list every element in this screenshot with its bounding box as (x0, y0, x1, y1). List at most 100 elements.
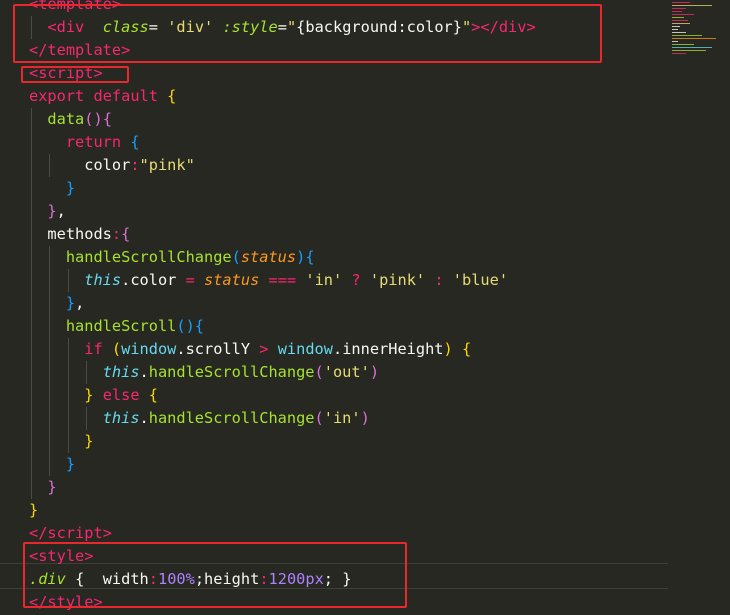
code-token: > (259, 340, 269, 358)
minimap-line (672, 38, 716, 39)
code-token: if (84, 340, 103, 358)
code-token: 'out' (323, 363, 370, 381)
code-token: () (84, 110, 103, 128)
code-token: return (65, 133, 122, 151)
code-token: "pink" (139, 156, 195, 174)
minimap-line (672, 5, 712, 6)
code-line[interactable]: } (29, 430, 93, 453)
code-token: ? (351, 271, 361, 289)
code-token: ( (231, 248, 241, 266)
code-token: === (268, 271, 297, 289)
code-token: , (75, 294, 85, 312)
code-token: } (84, 432, 94, 450)
minimap-line (672, 50, 706, 51)
code-token: : (434, 271, 444, 289)
minimap-line (672, 23, 690, 24)
code-token: { (130, 133, 140, 151)
code-token: ( (314, 363, 324, 381)
code-token: 'blue' (452, 271, 509, 289)
code-token: = (185, 271, 195, 289)
code-token: handleScrollChange (65, 248, 232, 266)
code-line[interactable]: color:"pink" (29, 154, 195, 177)
code-token: .innerHeight (332, 340, 444, 358)
script-tag-annotation-box (21, 66, 129, 83)
minimap-line (672, 8, 686, 9)
code-line[interactable]: return { (29, 131, 140, 154)
code-line[interactable]: } (29, 453, 75, 476)
code-line[interactable]: if (window.scrollY > window.innerHeight)… (29, 338, 471, 361)
minimap-line (672, 47, 712, 48)
code-token: { (102, 110, 112, 128)
code-line[interactable]: }, (29, 292, 84, 315)
code-line[interactable]: handleScroll(){ (29, 315, 204, 338)
code-line[interactable]: } (29, 476, 56, 499)
minimap-line (672, 26, 680, 27)
code-token: } (29, 501, 39, 519)
code-token: . (139, 363, 149, 381)
code-token: ( (314, 409, 324, 427)
code-line[interactable]: handleScrollChange(status){ (29, 246, 315, 269)
minimap-line (672, 44, 694, 45)
code-line[interactable]: }, (29, 200, 65, 223)
minimap[interactable] (668, 0, 730, 60)
code-token: : (111, 225, 122, 243)
code-line[interactable]: data(){ (29, 108, 112, 131)
code-token: color (84, 156, 131, 174)
minimap-line (672, 53, 686, 54)
style-annotation-box (23, 542, 407, 608)
code-token: ( (111, 340, 122, 358)
code-line[interactable]: } (29, 177, 75, 200)
code-line[interactable]: this.handleScrollChange('out') (29, 361, 379, 384)
code-token: ) (360, 409, 370, 427)
minimap-line (672, 41, 678, 42)
minimap-line (672, 35, 702, 36)
code-token: { (194, 317, 204, 335)
minimap-line (672, 11, 682, 12)
code-editor[interactable]: <template> <div class= 'div' :style="{ba… (0, 0, 730, 615)
code-token: } (47, 202, 57, 220)
code-token: status (240, 248, 297, 266)
code-token: } (65, 455, 76, 473)
code-token: handleScrollChange (148, 363, 315, 381)
code-token: handleScroll (65, 317, 177, 335)
minimap-line (672, 17, 684, 18)
code-token: { (167, 87, 177, 105)
minimap-line (672, 20, 688, 21)
code-line[interactable]: this.color = status === 'in' ? 'pink' : … (29, 269, 508, 292)
code-token: () (176, 317, 195, 335)
code-token: default (93, 87, 158, 105)
code-line[interactable]: this.handleScrollChange('in') (29, 407, 370, 430)
code-line[interactable]: export default { (29, 85, 176, 108)
code-line[interactable]: } (29, 499, 38, 522)
code-token: { (305, 248, 315, 266)
code-token: ) (443, 340, 453, 358)
code-token: </ (29, 524, 48, 542)
minimap-line (672, 14, 694, 15)
code-token: ) (296, 248, 306, 266)
code-line[interactable]: } else { (29, 384, 158, 407)
code-token: methods (47, 225, 112, 243)
code-token: > (102, 524, 112, 542)
code-line[interactable]: methods:{ (29, 223, 130, 246)
code-token: window (277, 340, 333, 358)
code-token: this (102, 363, 140, 381)
code-token: script (47, 524, 103, 542)
code-token: this (102, 409, 140, 427)
